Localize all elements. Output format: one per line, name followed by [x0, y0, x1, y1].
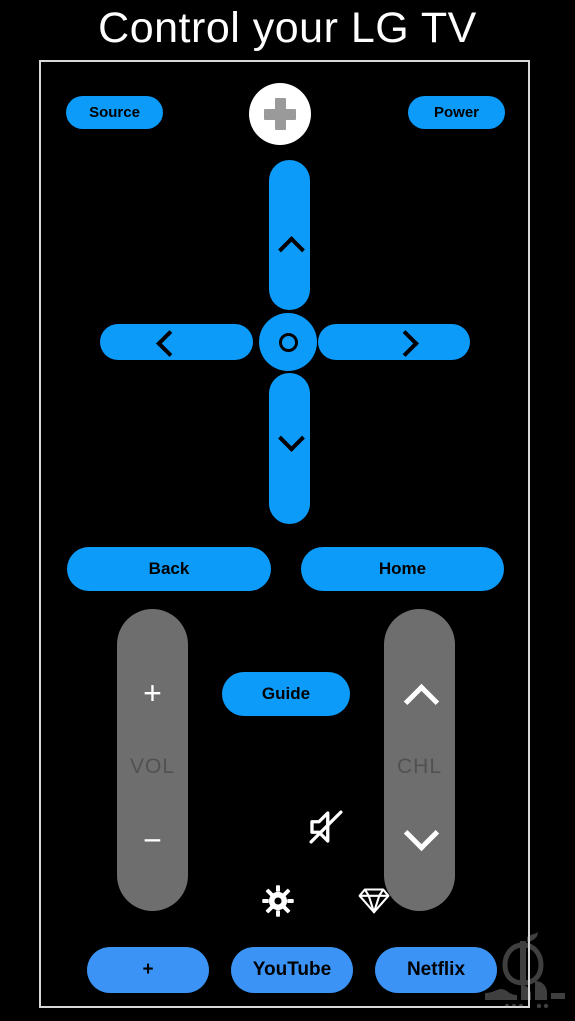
chevron-up-icon [278, 236, 305, 263]
plus-circle-icon[interactable] [249, 83, 311, 145]
volume-down-button[interactable]: − [117, 824, 188, 856]
dpad-down-button[interactable] [269, 373, 310, 524]
channel-up-button[interactable] [403, 683, 440, 720]
channel-label: CHL [396, 755, 442, 778]
chevron-right-icon [392, 330, 419, 357]
volume-up-button[interactable]: + [117, 677, 188, 709]
plus-app-button[interactable]: + [87, 947, 209, 993]
chevron-down-icon [278, 425, 305, 452]
remote-control-panel: Source Power Back Home + VOL − CHL Guide [39, 60, 530, 1008]
guide-button[interactable]: Guide [222, 672, 350, 716]
channel-rocker[interactable]: CHL [384, 609, 455, 911]
diamond-gem-icon[interactable] [353, 880, 395, 922]
mute-speaker-icon[interactable] [303, 804, 349, 850]
page-title: Control your LG TV [98, 4, 477, 52]
back-button[interactable]: Back [67, 547, 271, 591]
power-button[interactable]: Power [408, 96, 505, 129]
plus-glyph [262, 96, 298, 132]
ok-ring-icon [278, 332, 298, 352]
source-button[interactable]: Source [66, 96, 163, 129]
gear-icon[interactable] [257, 880, 299, 922]
dpad-up-button[interactable] [269, 160, 310, 310]
dpad-left-button[interactable] [100, 324, 253, 360]
home-button[interactable]: Home [301, 547, 504, 591]
dpad-ok-button[interactable] [259, 313, 317, 371]
volume-label: VOL [129, 755, 176, 778]
volume-rocker[interactable]: + VOL − [117, 609, 188, 911]
dpad-right-button[interactable] [318, 324, 470, 360]
chevron-left-icon [156, 330, 183, 357]
channel-down-button[interactable] [403, 815, 440, 852]
youtube-button[interactable]: YouTube [231, 947, 353, 993]
netflix-button[interactable]: Netflix [375, 947, 497, 993]
